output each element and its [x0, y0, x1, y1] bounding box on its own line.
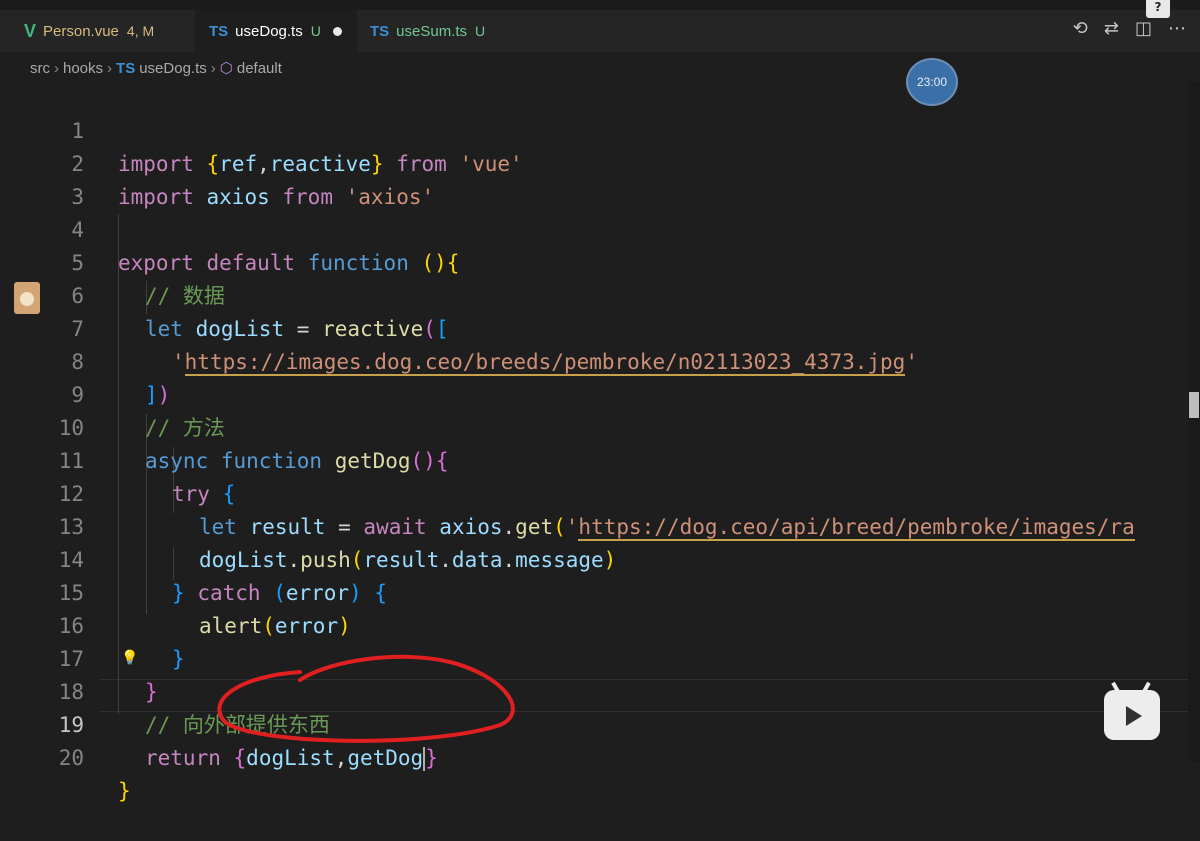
code-line[interactable]: 10 async function getDog(){ [0, 379, 1188, 473]
tab-status: U [475, 23, 486, 39]
unsaved-dot-icon[interactable] [332, 26, 342, 36]
lightbulb-icon[interactable]: 💡 [121, 650, 138, 666]
typescript-file-icon: TS [116, 59, 136, 77]
scrollbar-thumb[interactable] [1189, 392, 1199, 418]
symbol-icon: ⬡ [219, 60, 233, 77]
code-line[interactable]: 11 try { [0, 412, 1188, 506]
editor-actions: ⟲ ⇄ ◫ ⋯ [1073, 18, 1186, 39]
dog-image-preview-icon [14, 282, 40, 314]
tab-person-vue[interactable]: V Person.vue 4, M [10, 10, 192, 52]
split-editor-icon[interactable]: ◫ [1135, 18, 1152, 39]
code-line[interactable]: 1 import {ref,reactive} from 'vue' [0, 82, 1188, 176]
code-line[interactable]: 14 } catch (error) { [0, 511, 1188, 605]
code-line[interactable]: 17 } [0, 610, 1188, 704]
chevron-right-icon: › [210, 59, 216, 77]
vue-file-icon: V [24, 20, 37, 41]
tab-usedog-ts[interactable]: TS useDog.ts U [195, 10, 357, 52]
help-badge[interactable]: ? [1146, 0, 1170, 18]
code-line[interactable]: 5 // 数据 [0, 214, 1188, 308]
code-editor[interactable]: 1 import {ref,reactive} from 'vue' 2 imp… [0, 82, 1188, 803]
typescript-file-icon: TS [370, 22, 390, 40]
chevron-right-icon: › [54, 59, 59, 77]
code-line[interactable]: 4 export default function (){ [0, 181, 1188, 275]
tab-bar: V Person.vue 4, M TS useDog.ts U TS useS… [0, 0, 1200, 52]
code-line[interactable]: 7 'https://images.dog.ceo/breeds/pembrok… [0, 280, 1188, 376]
code-line[interactable]: 15 alert(error) [0, 544, 1188, 638]
tab-label: useSum.ts [396, 22, 468, 40]
code-line[interactable]: 2 import axios from 'axios' [0, 115, 1188, 209]
chevron-right-icon: › [107, 59, 113, 77]
code-text: return {dogList,getDog} [145, 746, 438, 771]
bilibili-icon [1104, 681, 1160, 740]
breadcrumb-file[interactable]: useDog.ts [139, 60, 207, 77]
tab-status: 4, M [126, 23, 155, 39]
code-line[interactable]: 6 let dogList = reactive([ [0, 247, 1188, 341]
breadcrumb-hooks[interactable]: hooks [63, 60, 103, 77]
breadcrumb: src › hooks › TS useDog.ts › ⬡ default [30, 56, 282, 80]
code-line[interactable]: 9 // 方法 [0, 346, 1188, 440]
code-line-current[interactable]: 19 return {dogList,getDog} [0, 676, 1188, 771]
title-strip [0, 0, 1200, 10]
code-line[interactable]: 20 } [0, 709, 1188, 803]
compare-icon[interactable]: ⇄ [1104, 18, 1119, 39]
code-line[interactable]: 18 // 向外部提供东西 [0, 643, 1188, 737]
code-line[interactable]: 3 [0, 148, 1188, 209]
code-text: } [118, 779, 131, 803]
line-number: 20 [58, 746, 84, 770]
tab-label: useDog.ts [235, 22, 303, 40]
breadcrumb-symbol[interactable]: default [237, 60, 282, 77]
code-line[interactable]: 8 ]) [0, 313, 1188, 407]
tab-usesum-ts[interactable]: TS useSum.ts U [358, 10, 518, 52]
vertical-scrollbar[interactable] [1188, 82, 1200, 762]
history-icon[interactable]: ⟲ [1073, 18, 1088, 39]
tab-label: Person.vue [43, 22, 119, 40]
typescript-file-icon: TS [209, 22, 229, 40]
more-icon[interactable]: ⋯ [1168, 18, 1186, 39]
breadcrumb-src[interactable]: src [30, 60, 50, 77]
code-line[interactable]: 12 let result = await axios.get('https:/… [0, 445, 1188, 541]
play-icon [1126, 706, 1142, 726]
tab-status: U [310, 23, 321, 39]
code-line[interactable]: 13 dogList.push(result.data.message) [0, 478, 1188, 572]
code-line[interactable]: 16 } [0, 577, 1188, 671]
